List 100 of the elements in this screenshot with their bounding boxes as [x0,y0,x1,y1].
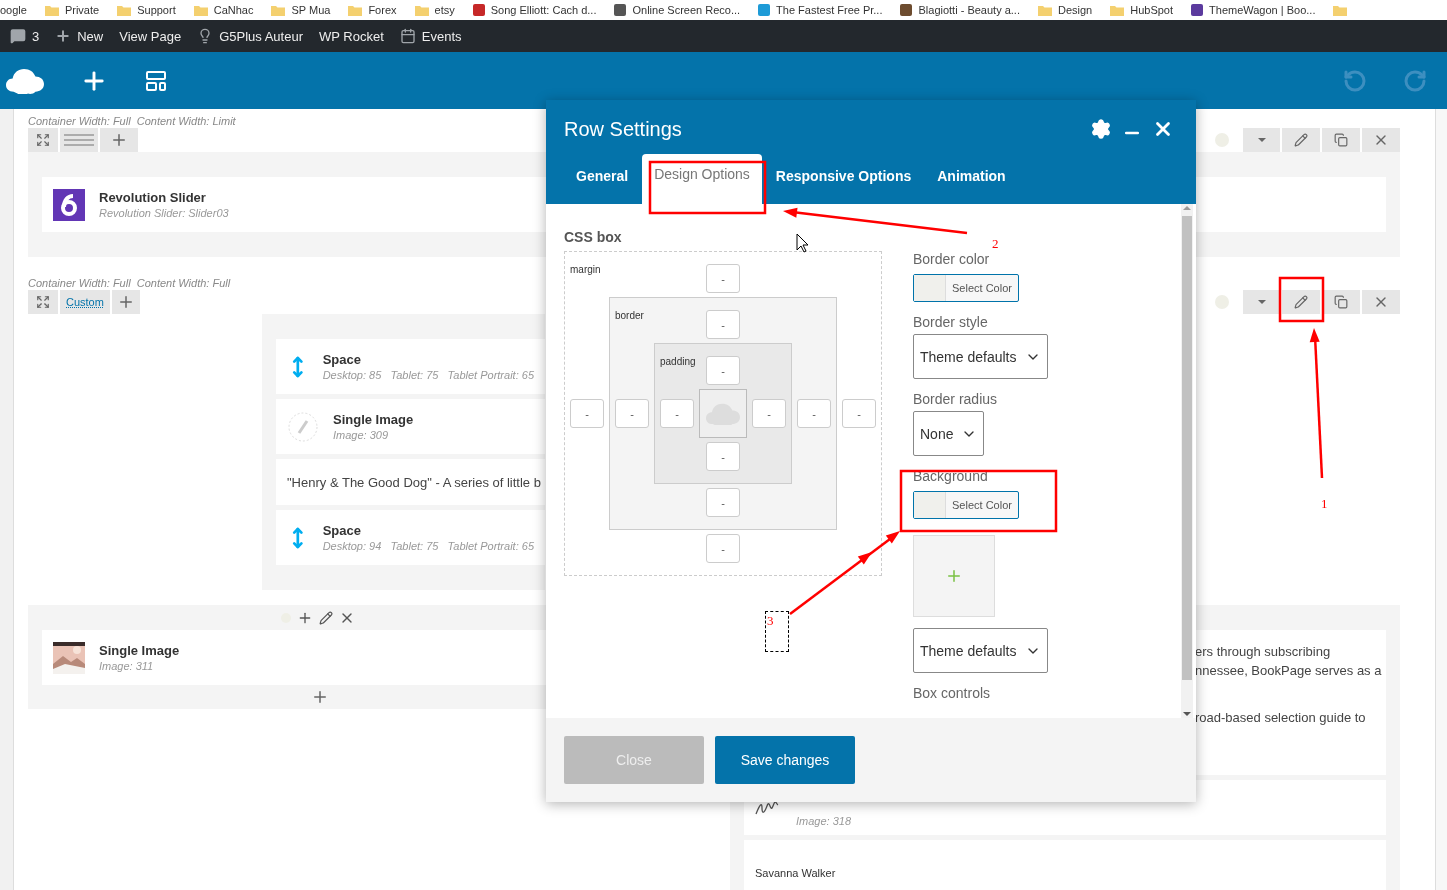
element-subtitle: Revolution Slider: Slider03 [99,207,229,219]
spacing-field[interactable]: - [706,534,740,563]
section-title: CSS box [564,229,622,246]
folder-icon [117,4,132,16]
add-button[interactable] [111,290,140,314]
bookmark-link[interactable]: Forex [368,4,397,16]
field-label: Border style [913,314,989,331]
duplicate-button[interactable] [1322,128,1360,152]
select-color-button[interactable]: Select Color [913,274,1019,302]
delete-button[interactable] [1362,128,1400,152]
edit-button[interactable] [1282,290,1320,314]
layout-link[interactable]: Custom [60,290,110,314]
admin-bar-link[interactable]: G5Plus Auteur [219,28,303,44]
select-field[interactable]: Theme defaults [913,628,1048,673]
status-dot [1215,295,1229,309]
pencil-icon [1294,295,1308,309]
comment-icon [10,28,26,44]
spacing-field[interactable]: - [706,264,740,293]
element-subtitle: Image: 318 [796,814,852,827]
admin-bar-link[interactable]: View Page [119,28,182,44]
select-field[interactable]: None [913,411,985,456]
field-label: Border radius [913,391,999,408]
add-button[interactable] [100,128,138,152]
spacing-field[interactable]: - [797,399,831,428]
dropdown-button[interactable] [1243,290,1280,314]
admin-bar-link[interactable]: 3 [32,28,40,44]
annotation-number: 2 [992,236,999,251]
bookmark-link[interactable]: oogle [0,4,27,16]
spacing-field[interactable]: - [706,310,740,339]
fullscreen-button[interactable] [28,290,58,314]
settings-icon[interactable] [1090,118,1112,140]
folder-icon [44,4,59,16]
bookmark-link[interactable]: Blagiotti - Beauty a... [918,4,1020,16]
element-title: Space [322,352,362,367]
edit-button[interactable] [1282,128,1320,152]
field-label: Border color [913,251,991,268]
plus-icon [945,567,963,585]
bookmark-link[interactable]: The Fastest Free Pr... [776,4,883,16]
folder-icon [414,4,429,16]
tab[interactable]: General [564,158,641,204]
caret-icon [1257,138,1266,142]
copy-icon [1334,295,1348,309]
tab[interactable]: Design Options [642,154,762,204]
folder-icon [271,4,286,16]
element-subtitle: Desktop: 94 Tablet: 75 Tablet Portrait: 65 [322,540,534,552]
spacing-field[interactable]: - [706,488,740,517]
spacing-field[interactable]: - [570,399,604,428]
bookmark-link[interactable]: CaNhac [213,4,254,16]
stamp-icon [287,410,319,443]
spacing-field[interactable]: - [706,356,740,385]
element-subtitle: Image: 309 [333,429,390,441]
bookmark-link[interactable]: Online Screen Reco... [632,4,741,16]
pencil-icon[interactable] [319,610,333,625]
spacing-field[interactable]: - [842,399,876,428]
plus-icon[interactable] [311,688,329,706]
dropdown-button[interactable] [1243,128,1280,152]
text-line: road-based selection guide to [1195,709,1366,727]
tab[interactable]: Responsive Options [763,158,924,204]
expand-icon [36,295,50,309]
pencil-icon [1294,133,1308,147]
bookmark-link[interactable]: ThemeWagon | Boo... [1209,4,1316,16]
bookmark-link[interactable]: SP Mua [291,4,331,16]
spacing-field[interactable]: - [752,399,786,428]
element-title: Single Image [333,412,414,427]
dialog-button[interactable]: Save changes [715,736,855,784]
bookmark-link[interactable]: etsy [434,4,455,16]
field-label: Background [913,468,989,485]
expand-icon [36,133,50,147]
spacing-field[interactable]: - [615,399,649,428]
admin-bar-link[interactable]: New [77,28,104,44]
bookmark-link[interactable]: Design [1058,4,1093,16]
template-icon[interactable] [144,68,168,93]
spacing-field[interactable]: - [660,399,694,428]
box-label: padding [660,356,697,369]
box-label: margin [570,264,602,277]
element-subtitle: Desktop: 85 Tablet: 75 Tablet Portrait: 65 [322,369,534,381]
status-dot [1215,133,1229,147]
delete-button[interactable] [1362,290,1400,314]
folder-icon [193,4,208,16]
bookmark-link[interactable]: HubSpot [1130,4,1174,16]
tab[interactable]: Animation [925,158,1018,204]
annotation-number: 1 [1321,496,1328,511]
annotation-number: 3 [767,614,774,628]
select-color-button[interactable]: Select Color [913,491,1019,519]
layout-button[interactable] [60,128,98,152]
scrollbar[interactable] [1181,204,1193,718]
admin-bar-link[interactable]: WP Rocket [319,28,384,44]
spacing-field[interactable]: - [706,442,740,471]
element-title: Revolution Slider [99,190,207,205]
element-title: Single Image [99,643,180,658]
color-swatch [914,492,946,518]
logo-icon [6,67,44,94]
admin-bar-link[interactable]: Events [421,28,462,44]
duplicate-button[interactable] [1322,290,1360,314]
bookmark-link[interactable]: Private [64,4,100,16]
bookmark-link[interactable]: Support [137,4,176,16]
bookmark-link[interactable]: Song Elliott: Cach d... [490,4,597,16]
copy-icon [1334,133,1348,147]
fullscreen-button[interactable] [28,128,58,152]
select-field[interactable]: Theme defaults [913,334,1048,379]
